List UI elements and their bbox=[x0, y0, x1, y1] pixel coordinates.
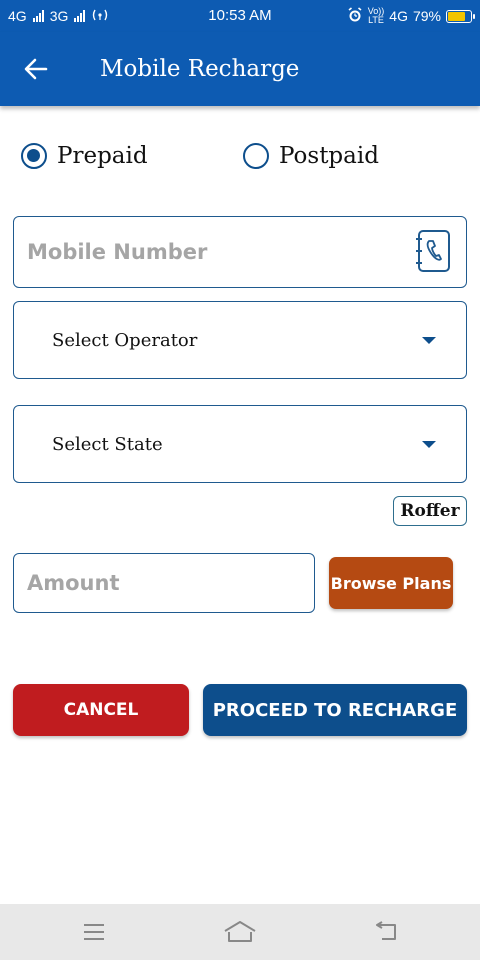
page-title: Mobile Recharge bbox=[100, 56, 300, 82]
roffer-button[interactable]: Roffer bbox=[393, 496, 467, 526]
radio-label-prepaid: Prepaid bbox=[57, 143, 148, 169]
radio-unchecked-icon bbox=[243, 143, 269, 169]
volte-indicator: Vo)) LTE bbox=[367, 6, 385, 25]
mobile-data-type: 4G bbox=[389, 8, 408, 24]
back-button[interactable] bbox=[18, 51, 54, 87]
amount-field-box bbox=[13, 553, 315, 613]
arrow-left-icon bbox=[24, 58, 48, 80]
contact-picker-button[interactable] bbox=[414, 228, 452, 274]
mobile-number-input[interactable] bbox=[14, 217, 466, 287]
menu-icon bbox=[84, 924, 104, 940]
contact-book-icon bbox=[416, 230, 450, 272]
radio-prepaid[interactable]: Prepaid bbox=[21, 138, 148, 174]
system-nav-bar bbox=[0, 904, 480, 960]
battery-icon bbox=[446, 9, 475, 23]
cancel-button[interactable]: CANCEL bbox=[13, 684, 189, 736]
browse-plans-button[interactable]: Browse Plans bbox=[329, 557, 453, 609]
state-select-label: Select State bbox=[52, 433, 163, 455]
chevron-down-icon bbox=[422, 337, 436, 344]
nav-menu-button[interactable] bbox=[69, 912, 119, 952]
state-select[interactable]: Select State bbox=[13, 405, 467, 483]
battery-level bbox=[448, 11, 466, 21]
radio-label-postpaid: Postpaid bbox=[279, 143, 379, 169]
radio-checked-icon bbox=[21, 143, 47, 169]
nav-home-button[interactable] bbox=[215, 912, 265, 952]
status-right-group: Vo)) LTE 4G 79% bbox=[347, 0, 475, 32]
status-bar: 4G 3G 10:53 AM Vo)) LTE 4G 79% bbox=[0, 0, 480, 32]
chevron-down-icon bbox=[422, 441, 436, 448]
home-icon bbox=[224, 921, 256, 942]
back-return-icon bbox=[376, 921, 396, 940]
nav-back-button[interactable] bbox=[361, 912, 411, 952]
proceed-to-recharge-button[interactable]: PROCEED TO RECHARGE bbox=[203, 684, 467, 736]
amount-input[interactable] bbox=[14, 554, 314, 612]
mobile-number-field-box bbox=[13, 216, 467, 288]
radio-postpaid[interactable]: Postpaid bbox=[243, 138, 379, 174]
alarm-icon bbox=[347, 6, 363, 26]
operator-select[interactable]: Select Operator bbox=[13, 301, 467, 379]
app-bar: Mobile Recharge bbox=[0, 32, 480, 106]
battery-percent: 79% bbox=[412, 8, 441, 24]
operator-select-label: Select Operator bbox=[52, 329, 198, 351]
